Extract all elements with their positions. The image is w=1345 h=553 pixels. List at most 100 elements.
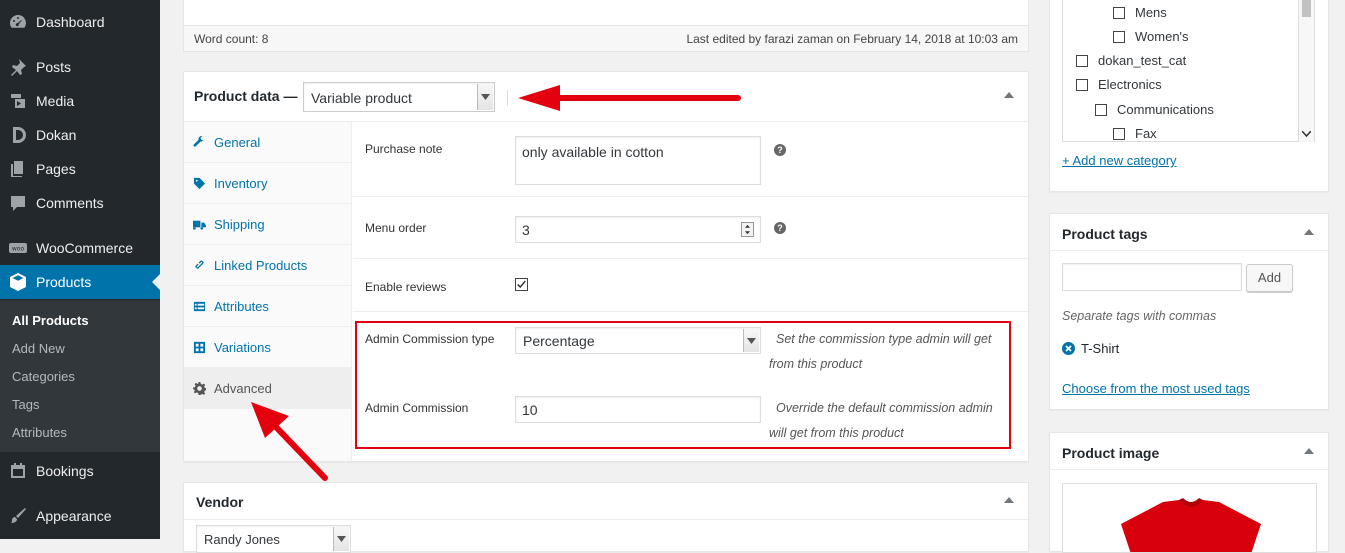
- category-item[interactable]: Communications: [1095, 102, 1214, 117]
- product-image-thumbnail[interactable]: [1062, 483, 1317, 553]
- tab-variations[interactable]: Variations: [184, 327, 352, 368]
- vendor-box: Vendor Randy Jones: [183, 482, 1029, 553]
- pushpin-icon: [0, 57, 36, 77]
- collapse-toggle-icon[interactable]: [1304, 448, 1314, 454]
- dokan-icon: [0, 125, 36, 145]
- gear-icon: [184, 381, 214, 395]
- enable-reviews-label: Enable reviews: [365, 280, 447, 294]
- image-header-divider: [1050, 469, 1328, 470]
- category-item[interactable]: Electronics: [1076, 77, 1162, 92]
- tags-hint: Separate tags with commas: [1062, 309, 1217, 323]
- menu-woocommerce[interactable]: woo WooCommerce: [0, 231, 160, 265]
- commission-highlight-box: [355, 321, 1011, 449]
- tab-general[interactable]: General: [184, 122, 352, 163]
- category-checkbox[interactable]: [1095, 103, 1107, 116]
- vendor-header-divider: [184, 519, 1028, 520]
- help-icon[interactable]: ?: [774, 144, 786, 156]
- calendar-icon: [0, 461, 36, 481]
- add-new-category-link[interactable]: + Add new category: [1062, 153, 1177, 168]
- collapse-toggle-icon[interactable]: [1304, 229, 1314, 235]
- menu-order-input[interactable]: 3: [515, 216, 761, 243]
- menu-dashboard[interactable]: Dashboard: [0, 5, 160, 39]
- category-scrollbar[interactable]: [1298, 0, 1314, 142]
- product-tags-title: Product tags: [1062, 226, 1148, 242]
- purchase-note-textarea[interactable]: only available in cotton: [515, 136, 761, 185]
- product-image-box: Product image: [1049, 432, 1329, 553]
- chevron-down-icon[interactable]: [1302, 131, 1311, 137]
- media-icon: [0, 91, 36, 111]
- category-item[interactable]: dokan_test_cat: [1076, 53, 1186, 68]
- menu-dokan[interactable]: Dokan: [0, 118, 160, 152]
- collapse-toggle-icon[interactable]: [1004, 497, 1014, 503]
- pages-icon: [0, 159, 36, 179]
- submenu-attributes[interactable]: Attributes: [12, 425, 67, 440]
- category-checkbox[interactable]: [1113, 6, 1125, 19]
- vendor-select[interactable]: Randy Jones: [196, 525, 351, 553]
- purchase-note-label: Purchase note: [365, 142, 443, 156]
- product-tags-box: Product tags Separate tags with commas T…: [1049, 213, 1329, 410]
- list-icon: [184, 300, 214, 313]
- product-data-title: Product data —: [194, 88, 298, 104]
- enable-reviews-checkbox[interactable]: [515, 278, 528, 291]
- menu-appearance[interactable]: Appearance: [0, 499, 160, 533]
- tag-icon: [184, 177, 214, 190]
- tab-linked-products[interactable]: Linked Products: [184, 245, 352, 286]
- product-data-tabs: General Inventory Shipping Linked Produc…: [184, 122, 352, 461]
- category-checkbox[interactable]: [1113, 30, 1125, 43]
- remove-tag-icon[interactable]: [1062, 342, 1075, 355]
- menu-bookings[interactable]: Bookings: [0, 454, 160, 488]
- product-data-header: Product data — Variable product: [184, 72, 1028, 122]
- add-tag-button[interactable]: Add: [1246, 264, 1293, 292]
- menu-order-row: Menu order 3 ?: [353, 197, 1028, 259]
- product-type-select[interactable]: Variable product: [303, 82, 495, 112]
- menu-comments[interactable]: Comments: [0, 186, 160, 220]
- editor-status-area: Word count: 8 Last edited by farazi zama…: [183, 0, 1029, 52]
- scrollbar-thumb[interactable]: [1302, 0, 1311, 17]
- category-checkbox[interactable]: [1076, 54, 1088, 67]
- category-checkbox[interactable]: [1076, 78, 1088, 91]
- products-submenu: All Products Add New Categories Tags Att…: [0, 300, 160, 452]
- product-image-title: Product image: [1062, 445, 1160, 461]
- tags-header-divider: [1050, 250, 1328, 251]
- word-count: Word count: 8: [194, 32, 269, 46]
- menu-media[interactable]: Media: [0, 84, 160, 118]
- purchase-note-row: Purchase note only available in cotton ?: [353, 122, 1028, 197]
- products-icon: [0, 272, 36, 292]
- editor-status-bar: Word count: 8 Last edited by farazi zama…: [184, 25, 1028, 51]
- enable-reviews-row: Enable reviews: [353, 259, 1028, 312]
- comments-icon: [0, 193, 36, 213]
- submenu-categories[interactable]: Categories: [12, 369, 75, 384]
- help-icon[interactable]: ?: [774, 222, 786, 234]
- menu-pages[interactable]: Pages: [0, 152, 160, 186]
- menu-products[interactable]: Products: [0, 265, 160, 299]
- admin-sidebar: Dashboard Posts Media Dokan Pages Commen…: [0, 0, 160, 539]
- header-separator: [507, 90, 508, 106]
- svg-text:woo: woo: [12, 246, 25, 253]
- woocommerce-icon: woo: [0, 238, 36, 258]
- category-item[interactable]: Mens: [1113, 5, 1167, 20]
- category-item[interactable]: Fax: [1113, 126, 1157, 141]
- menu-posts[interactable]: Posts: [0, 50, 160, 84]
- category-checkbox[interactable]: [1113, 127, 1125, 140]
- link-icon: [184, 259, 214, 272]
- tab-attributes[interactable]: Attributes: [184, 286, 352, 327]
- number-spinner-icon[interactable]: [741, 222, 754, 237]
- submenu-add-new[interactable]: Add New: [12, 341, 65, 356]
- menu-order-label: Menu order: [365, 221, 427, 235]
- truck-icon: [184, 218, 214, 231]
- category-item[interactable]: Women's: [1113, 29, 1189, 44]
- wrench-icon: [184, 135, 214, 149]
- choose-most-used-tags-link[interactable]: Choose from the most used tags: [1062, 381, 1250, 396]
- dashboard-icon: [0, 12, 36, 32]
- submenu-tags[interactable]: Tags: [12, 397, 39, 412]
- collapse-toggle-icon[interactable]: [1004, 92, 1014, 98]
- tag-item: T-Shirt: [1062, 341, 1119, 356]
- tab-advanced[interactable]: Advanced: [184, 368, 352, 409]
- tab-shipping[interactable]: Shipping: [184, 204, 352, 245]
- submenu-all-products[interactable]: All Products: [12, 313, 89, 328]
- vendor-title: Vendor: [196, 494, 244, 510]
- grid-icon: [184, 341, 214, 354]
- tab-inventory[interactable]: Inventory: [184, 163, 352, 204]
- chevron-down-icon: [477, 84, 493, 110]
- new-tag-input[interactable]: [1062, 263, 1242, 291]
